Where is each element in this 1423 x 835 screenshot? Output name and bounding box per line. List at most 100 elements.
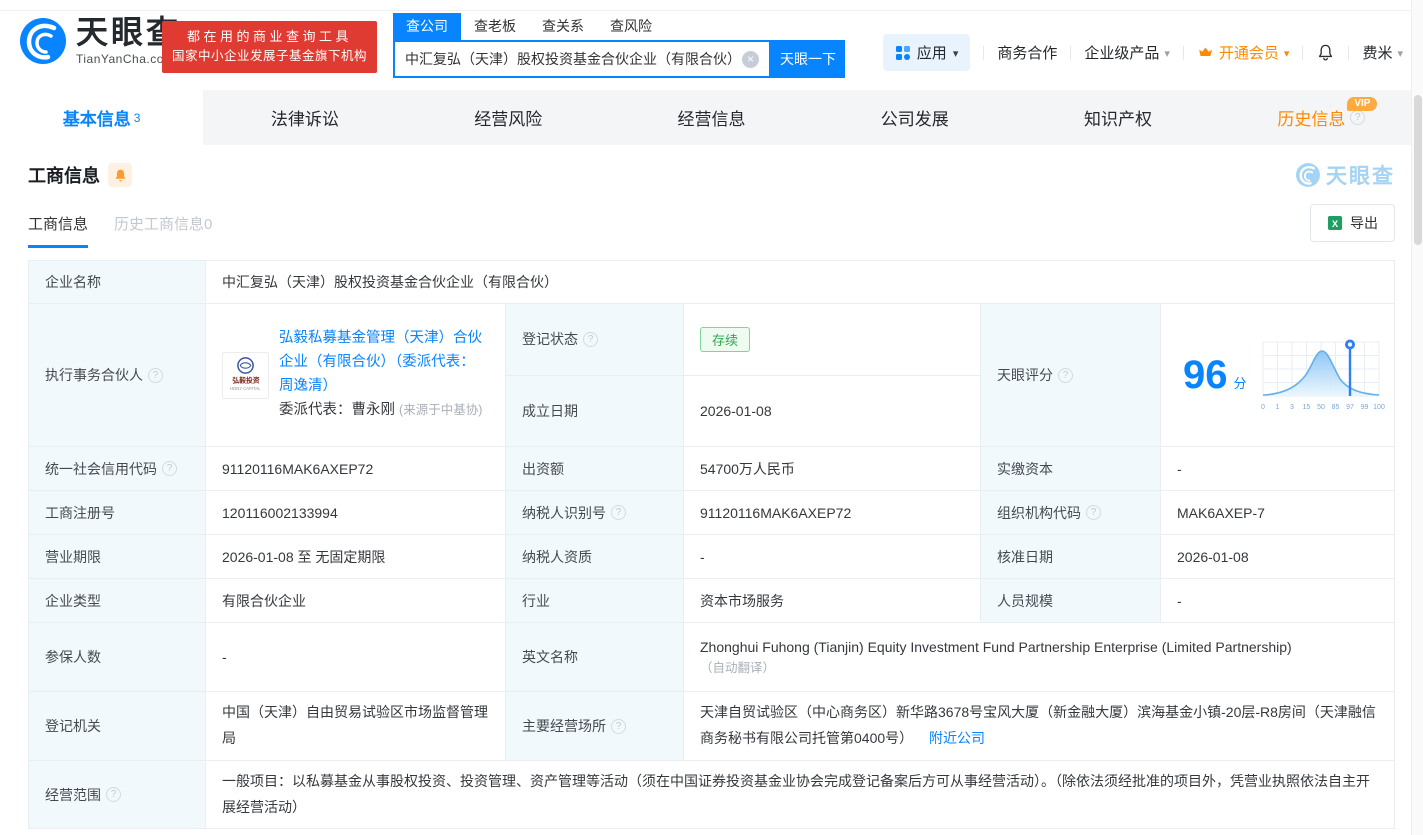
partner-logo[interactable]: 弘毅投资 HONY CAPITAL [222, 351, 269, 399]
business-info-table: 企业名称 中汇复弘（天津）股权投资基金合伙企业（有限合伙） 执行事务合伙人 弘毅… [28, 260, 1395, 829]
taxpayer-qualification-label: 纳税人资质 [506, 535, 684, 578]
score-unit: 分 [1233, 375, 1247, 391]
search-tab-company[interactable]: 查公司 [393, 13, 461, 40]
svg-text:3: 3 [1290, 404, 1294, 411]
auto-translate-note: （自动翻译） [700, 660, 776, 675]
excel-icon: X [1327, 215, 1343, 231]
table-row-partner-status-score: 执行事务合伙人 弘毅投资 HONY CAPITAL 弘毅私募基金管理（天津）合伙… [29, 304, 1394, 447]
notification-bell-button[interactable] [1316, 43, 1335, 62]
search-tab-risk[interactable]: 查风险 [597, 13, 665, 40]
chevron-down-icon [1164, 44, 1170, 61]
svg-text:0: 0 [1261, 404, 1265, 411]
help-icon[interactable] [106, 787, 121, 802]
table-row-english-name: 参保人数 - 英文名称 Zhonghui Fuhong (Tianjin) Eq… [29, 623, 1394, 692]
top-divider [0, 10, 1423, 11]
search-input-value: 中汇复弘（天津）股权投资基金合伙企业（有限合伙） [405, 51, 736, 67]
menu-separator [983, 45, 985, 60]
help-icon[interactable] [1086, 505, 1101, 520]
company-name-label: 企业名称 [29, 261, 206, 303]
tab-operation-risk[interactable]: 经营风险 [407, 90, 610, 145]
table-row-registry-premises: 登记机关 中国（天津）自由贸易试验区市场监督管理局 主要经营场所 天津自贸试验区… [29, 692, 1394, 761]
paid-in-capital-label: 实缴资本 [981, 447, 1161, 490]
subtab-history-business-info[interactable]: 历史工商信息0 [114, 213, 212, 248]
header-menu: 应用 商务合作 企业级产品 开通会员 费米 [882, 34, 1403, 71]
established-date-label: 成立日期 [506, 375, 684, 446]
enterprise-products-label: 企业级产品 [1084, 45, 1160, 62]
score-number: 96 [1183, 353, 1228, 397]
subtab-row: 工商信息 历史工商信息0 X 导出 [28, 204, 1395, 248]
insured-count-value: - [206, 623, 506, 691]
help-icon[interactable] [1350, 110, 1366, 125]
apps-menu-button[interactable]: 应用 [882, 34, 971, 71]
export-label: 导出 [1350, 215, 1378, 231]
tab-basic-info[interactable]: 基本信息 3 [0, 90, 204, 145]
tab-intellectual-property[interactable]: 知识产权 [1016, 90, 1219, 145]
subtab-business-info[interactable]: 工商信息 [28, 213, 89, 248]
svg-text:85: 85 [1331, 404, 1339, 411]
scrollbar[interactable] [1411, 0, 1423, 835]
help-icon[interactable] [583, 331, 598, 347]
registration-status-value: 存续 [684, 304, 980, 375]
menu-business-cooperation[interactable]: 商务合作 [997, 42, 1057, 63]
search-tab-boss[interactable]: 查老板 [461, 13, 529, 40]
help-icon[interactable] [611, 718, 626, 734]
help-icon[interactable] [1058, 367, 1073, 383]
clear-search-icon[interactable] [742, 50, 759, 68]
status-established-block: 登记状态 存续 成立日期 2026-01-08 [506, 304, 981, 446]
company-name-value: 中汇复弘（天津）股权投资基金合伙企业（有限合伙） [222, 274, 558, 290]
promo-line1: 都在用的商业查询工具 [187, 29, 353, 44]
vip-badge: VIP [1347, 97, 1378, 111]
subscribe-bell-button[interactable] [108, 163, 132, 187]
apps-menu-label: 应用 [916, 45, 947, 62]
executive-partner-value: 弘毅投资 HONY CAPITAL 弘毅私募基金管理（天津）合伙企业（有限合伙）… [206, 304, 506, 446]
svg-text:99: 99 [1360, 404, 1368, 411]
english-name-label: 英文名称 [506, 623, 684, 691]
tianyancha-logo[interactable]: 天眼查 TianYanCha.com [18, 16, 181, 66]
insured-count-label: 参保人数 [29, 623, 206, 691]
paid-in-capital-value: - [1177, 460, 1182, 477]
search-row: 中汇复弘（天津）股权投资基金合伙企业（有限合伙） 天眼一下 [393, 40, 845, 78]
registration-status-row: 登记状态 存续 [506, 304, 980, 376]
menu-open-vip[interactable]: 开通会员 [1197, 42, 1290, 63]
chevron-down-icon [1397, 44, 1403, 61]
org-code-label: 组织机构代码 [981, 491, 1161, 534]
table-row-business-scope: 经营范围 一般项目：以私募基金从事股权投资、投资管理、资产管理等活动（须在中国证… [29, 761, 1394, 828]
table-row-company-name: 企业名称 中汇复弘（天津）股权投资基金合伙企业（有限合伙） [29, 261, 1394, 304]
status-badge: 存续 [700, 326, 751, 352]
section-header: 工商信息 天眼查 [28, 160, 1395, 190]
top-header: 天眼查 TianYanCha.com 都在用的商业查询工具 国家中小企业发展子基… [0, 0, 1423, 90]
partner-company-link[interactable]: 弘毅私募基金管理（天津）合伙企业（有限合伙）（委派代表：周逸清） [279, 330, 482, 394]
search-tab-relation[interactable]: 查关系 [529, 13, 597, 40]
help-icon[interactable] [611, 505, 626, 520]
search-button[interactable]: 天眼一下 [771, 40, 845, 78]
export-button[interactable]: X 导出 [1310, 204, 1395, 242]
industry-value: 资本市场服务 [684, 579, 981, 622]
user-menu[interactable]: 费米 [1362, 42, 1403, 63]
menu-separator [1302, 45, 1304, 60]
help-icon[interactable] [148, 367, 163, 383]
menu-separator [1182, 45, 1184, 60]
tab-operation-info[interactable]: 经营信息 [610, 90, 813, 145]
established-date-value: 2026-01-08 [700, 402, 772, 419]
chevron-down-icon [1284, 44, 1290, 61]
hony-capital-emblem-icon [237, 357, 254, 374]
tab-company-development[interactable]: 公司发展 [813, 90, 1016, 145]
app-grid-icon [895, 45, 910, 60]
tab-history-info[interactable]: VIP 历史信息 [1220, 90, 1423, 145]
svg-text:X: X [1332, 218, 1339, 229]
company-type-value: 有限合伙企业 [206, 579, 506, 622]
staff-size-value: - [1177, 592, 1182, 609]
taxpayer-qualification-value: - [684, 535, 981, 578]
approval-date-value: 2026-01-08 [1177, 548, 1249, 565]
tianyancha-swirl-icon [20, 18, 66, 64]
username: 费米 [1362, 45, 1393, 62]
section-title: 工商信息 [28, 166, 100, 186]
menu-enterprise-products[interactable]: 企业级产品 [1084, 42, 1170, 63]
chevron-down-icon [953, 44, 959, 61]
scrollbar-thumb[interactable] [1414, 95, 1422, 245]
tab-legal-proceedings[interactable]: 法律诉讼 [203, 90, 406, 145]
tab-basic-info-count: 3 [133, 110, 141, 125]
help-icon[interactable] [162, 461, 177, 476]
nearby-companies-link[interactable]: 附近公司 [929, 730, 985, 746]
search-input[interactable]: 中汇复弘（天津）股权投资基金合伙企业（有限合伙） [393, 40, 771, 78]
